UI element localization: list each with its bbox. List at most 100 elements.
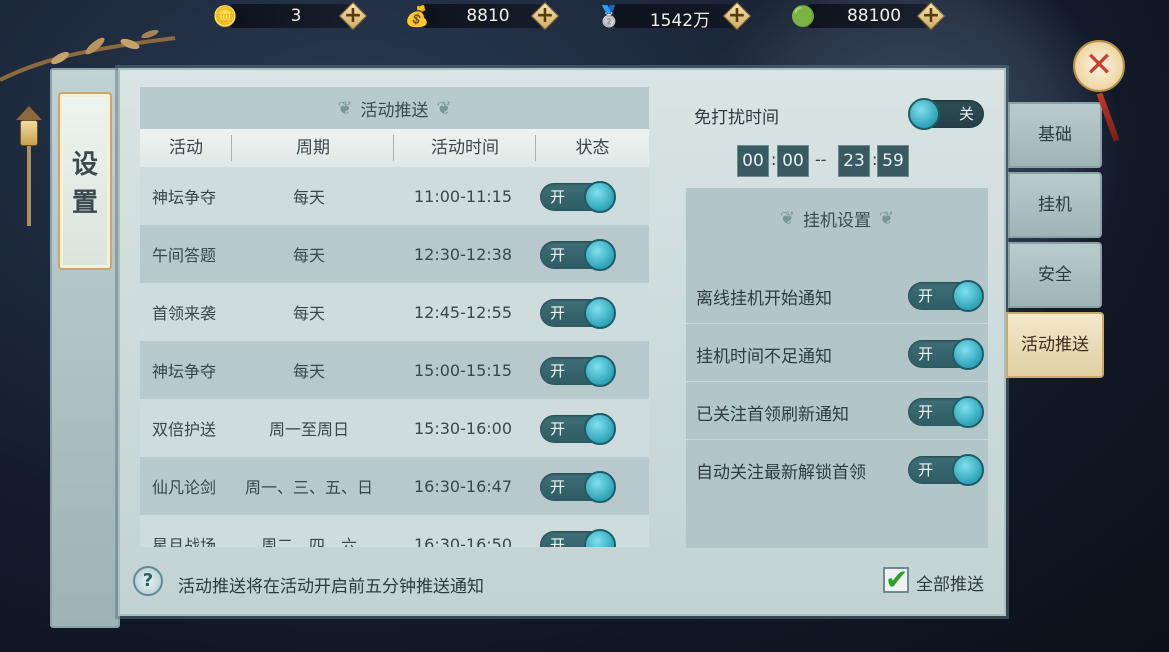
afk-row: 离线挂机开始通知 开	[686, 266, 988, 324]
activity-section-title: 活动推送	[360, 100, 429, 121]
activity-time: 11:00-11:15	[414, 186, 512, 206]
activity-time: 15:30-16:00	[414, 418, 512, 438]
table-header: 活动 周期 活动时间 状态	[140, 129, 649, 167]
table-row: 午间答题 每天 12:30-12:38 开	[140, 225, 649, 283]
activity-toggle[interactable]: 开	[540, 297, 616, 329]
add-silver-button[interactable]: +	[722, 1, 752, 31]
afk-row: 已关注首领刷新通知 开	[686, 382, 988, 440]
activity-name: 神坛争夺	[152, 188, 217, 207]
activity-cycle: 周二、四、六	[260, 536, 357, 547]
activity-name: 神坛争夺	[152, 362, 217, 381]
currency-gold: 🪙 3 +	[208, 1, 368, 31]
activity-cycle: 每天	[292, 362, 325, 381]
dnd-toggle[interactable]: 关	[908, 98, 984, 130]
tab-activity-push[interactable]: 活动推送	[1006, 312, 1104, 378]
activity-cycle: 每天	[292, 246, 325, 265]
afk-label: 离线挂机开始通知	[696, 289, 832, 309]
settings-title-scroll: 设 置	[58, 92, 112, 270]
help-icon[interactable]: ?	[133, 566, 163, 596]
push-all-checkbox[interactable]: ✔	[883, 563, 909, 596]
close-button[interactable]: ✕	[1073, 40, 1125, 92]
activity-toggle[interactable]: 开	[540, 181, 616, 213]
currency-value: 1542万	[649, 11, 711, 31]
jade-coin-icon: 🟢	[790, 4, 816, 28]
dnd-start-hour[interactable]: 00	[737, 145, 769, 177]
table-row: 双倍护送 周一至周日 15:30-16:00 开	[140, 399, 649, 457]
activity-cycle: 周一至周日	[268, 420, 349, 439]
activity-time: 16:30-16:50	[414, 534, 512, 548]
gold-ingot-icon: 🪙	[212, 4, 238, 28]
col-header-activity: 活动	[140, 129, 232, 167]
activity-time: 16:30-16:47	[414, 476, 512, 496]
push-note-text: 活动推送将在活动开启前五分钟推送通知	[178, 577, 484, 597]
silver-ingot-icon: 🥈	[596, 4, 622, 28]
activity-name: 双倍护送	[152, 420, 217, 439]
afk-settings-panel: ❦ 挂机设置 ❦ 离线挂机开始通知 开 挂机时间不足通知 开 已关注首领刷新通知…	[686, 188, 988, 548]
afk-toggle[interactable]: 开	[908, 454, 984, 486]
add-bound-gold-button[interactable]: +	[530, 1, 560, 31]
dnd-end-minute[interactable]: 59	[877, 145, 909, 177]
currency-silver: 🥈 1542万 +	[592, 1, 752, 31]
afk-toggle[interactable]: 开	[908, 280, 984, 312]
col-header-cycle: 周期	[232, 129, 394, 167]
activity-name: 星月战场	[152, 536, 217, 547]
activity-time: 12:45-12:55	[414, 302, 512, 322]
dnd-start-minute[interactable]: 00	[777, 145, 809, 177]
title-char-1: 设	[71, 150, 98, 180]
afk-label: 自动关注最新解锁首领	[696, 463, 866, 483]
afk-label: 挂机时间不足通知	[696, 347, 832, 367]
table-row: 星月战场 周二、四、六 16:30-16:50 开	[140, 515, 649, 547]
afk-row: 自动关注最新解锁首领 开	[686, 440, 988, 498]
table-row: 神坛争夺 每天 11:00-11:15 开	[140, 167, 649, 225]
activity-name: 午间答题	[152, 246, 217, 265]
afk-section-header: ❦ 挂机设置 ❦	[686, 206, 988, 231]
afk-section-title: 挂机设置	[803, 211, 871, 231]
tab-basic[interactable]: 基础	[1008, 102, 1102, 168]
activity-toggle[interactable]: 开	[540, 413, 616, 445]
activity-name: 首领来袭	[152, 304, 217, 323]
ornament-right-icon: ❦	[879, 208, 895, 229]
col-header-time: 活动时间	[394, 129, 536, 167]
dnd-end-hour[interactable]: 23	[838, 145, 870, 177]
currency-value: 3	[290, 6, 302, 26]
push-all-label: 全部推送	[916, 575, 984, 595]
add-jade-button[interactable]: +	[916, 1, 946, 31]
activity-toggle[interactable]: 开	[540, 529, 616, 547]
table-row: 仙凡论剑 周一、三、五、日 16:30-16:47 开	[140, 457, 649, 515]
title-char-2: 置	[71, 188, 98, 218]
activity-push-table: ❦ 活动推送 ❦ 活动 周期 活动时间 状态 神坛争夺 每天 11:00-11:…	[140, 87, 649, 547]
time-range-dash: --	[815, 150, 827, 169]
activity-cycle: 每天	[292, 304, 325, 323]
col-header-status: 状态	[575, 138, 610, 158]
gold-ingot-bound-icon: 💰	[404, 4, 430, 28]
currency-bound-gold: 💰 8810 +	[400, 1, 560, 31]
lantern-icon	[12, 100, 46, 226]
ornament-left-icon: ❦	[779, 208, 795, 229]
afk-toggle[interactable]: 开	[908, 396, 984, 428]
table-row: 神坛争夺 每天 15:00-15:15 开	[140, 341, 649, 399]
checkmark-icon: ✔	[885, 563, 909, 596]
ornament-left-icon: ❦	[337, 97, 353, 119]
afk-row: 挂机时间不足通知 开	[686, 324, 988, 382]
activity-toggle[interactable]: 开	[540, 239, 616, 271]
close-icon: ✕	[1084, 45, 1114, 85]
afk-toggle[interactable]: 开	[908, 338, 984, 370]
add-gold-button[interactable]: +	[338, 1, 368, 31]
activity-section-header: ❦ 活动推送 ❦	[140, 87, 649, 129]
dnd-label: 免打扰时间	[694, 108, 779, 128]
activity-time: 15:00-15:15	[414, 360, 512, 380]
activity-cycle: 周一、三、五、日	[244, 478, 373, 497]
currency-value: 8810	[466, 6, 510, 26]
activity-toggle[interactable]: 开	[540, 471, 616, 503]
activity-toggle[interactable]: 开	[540, 355, 616, 387]
time-colon: :	[771, 150, 777, 169]
afk-label: 已关注首领刷新通知	[696, 405, 849, 425]
tab-afk[interactable]: 挂机	[1008, 172, 1102, 238]
activity-name: 仙凡论剑	[152, 478, 217, 497]
activity-cycle: 每天	[292, 188, 325, 207]
currency-value: 88100	[846, 6, 902, 26]
table-row: 首领来袭 每天 12:45-12:55 开	[140, 283, 649, 341]
tab-security[interactable]: 安全	[1008, 242, 1102, 308]
currency-jade: 🟢 88100 +	[786, 1, 946, 31]
ornament-right-icon: ❦	[436, 97, 452, 119]
